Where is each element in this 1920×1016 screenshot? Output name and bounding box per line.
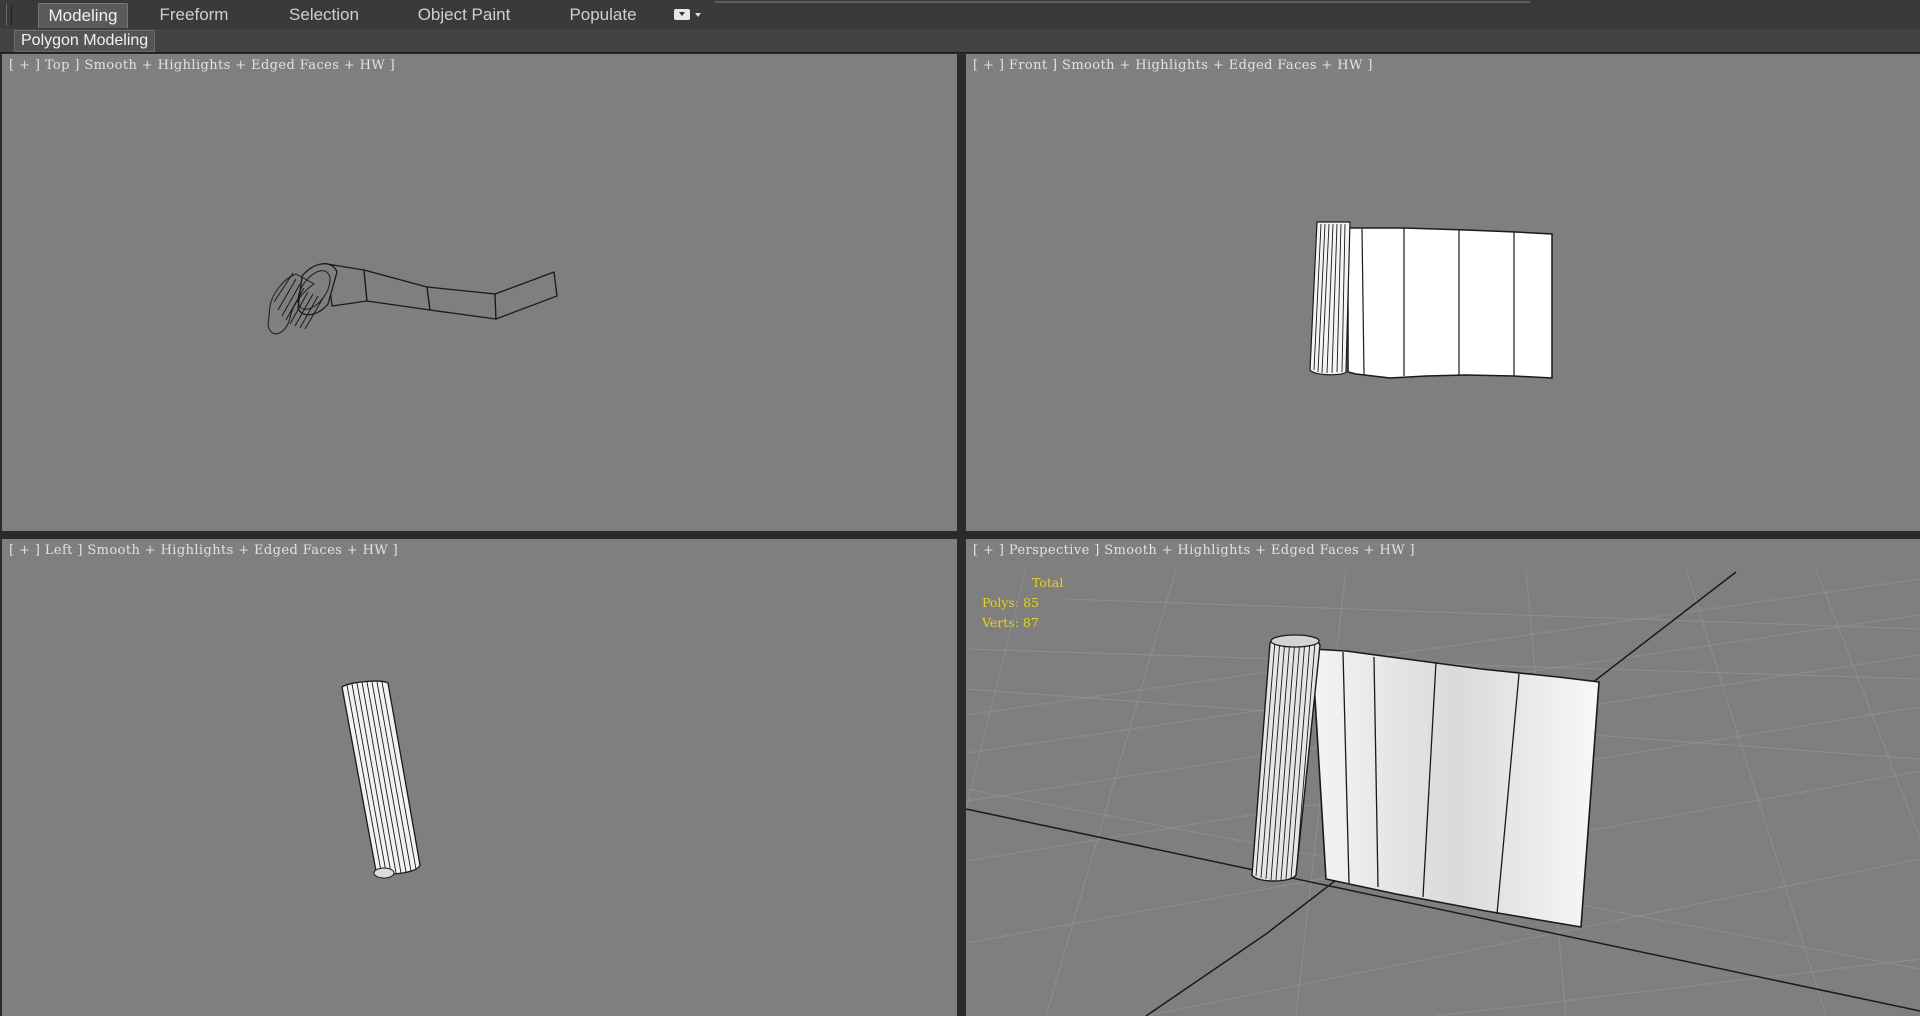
front-view-object — [1309, 221, 1553, 379]
ribbon-grip-handle[interactable] — [6, 4, 12, 26]
ribbon-options-icon[interactable] — [674, 9, 690, 20]
viewport-top[interactable]: [ + ] Top ] Smooth + Highlights + Edged … — [2, 54, 957, 531]
tab-object-paint[interactable]: Object Paint — [412, 3, 516, 27]
tab-populate[interactable]: Populate — [560, 3, 646, 27]
ribbon-panel-bar: Polygon Modeling — [0, 29, 1920, 53]
tab-freeform[interactable]: Freeform — [152, 3, 236, 27]
ribbon-top-divider — [715, 1, 1530, 3]
perspective-scene — [966, 568, 1920, 1016]
tab-selection[interactable]: Selection — [280, 3, 368, 27]
left-view-object — [341, 680, 421, 879]
polygon-modeling-panel-button[interactable]: Polygon Modeling — [14, 30, 156, 52]
viewport-perspective[interactable]: [ + ] Perspective ] Smooth + Highlights … — [966, 539, 1920, 1016]
ribbon-tab-bar: Modeling Freeform Selection Object Paint… — [0, 0, 1920, 30]
top-view-object — [267, 263, 558, 335]
chevron-down-icon[interactable] — [695, 13, 701, 17]
tab-modeling[interactable]: Modeling — [38, 3, 128, 28]
viewport-front[interactable]: [ + ] Front ] Smooth + Highlights + Edge… — [966, 54, 1920, 531]
viewport-left[interactable]: [ + ] Left ] Smooth + Highlights + Edged… — [2, 539, 957, 1016]
